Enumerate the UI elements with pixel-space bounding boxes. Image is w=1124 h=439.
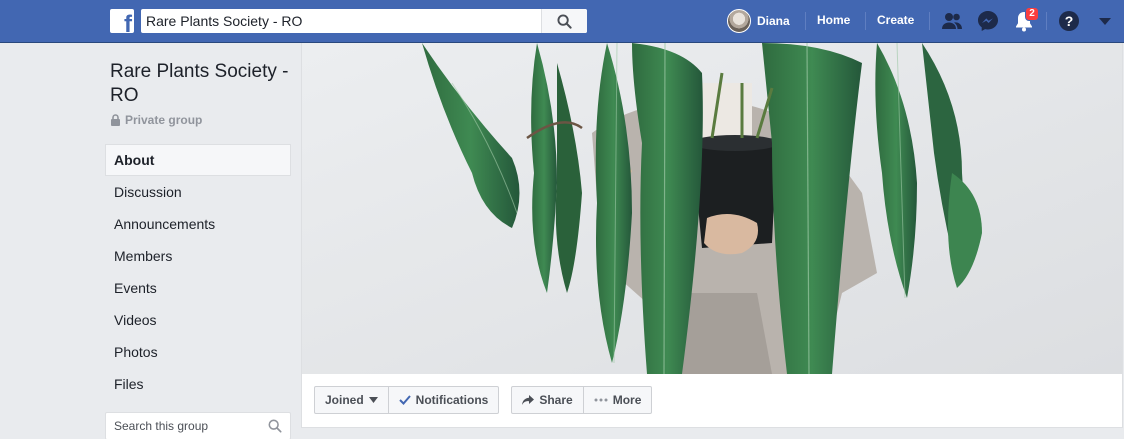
search-button[interactable] bbox=[541, 9, 587, 33]
sidebar-item-discussion[interactable]: Discussion bbox=[105, 176, 291, 208]
global-search bbox=[141, 9, 587, 33]
joined-label: Joined bbox=[325, 393, 364, 407]
group-actions: Joined Notifications Share More bbox=[314, 386, 653, 414]
sidebar-item-about[interactable]: About bbox=[105, 144, 291, 176]
checkmark-icon bbox=[398, 395, 411, 405]
messenger-icon[interactable] bbox=[976, 9, 1000, 33]
share-icon bbox=[522, 395, 535, 405]
more-button[interactable]: More bbox=[583, 386, 653, 414]
home-link[interactable]: Home bbox=[817, 13, 850, 27]
group-privacy: Private group bbox=[110, 113, 202, 127]
sidebar-item-photos[interactable]: Photos bbox=[105, 336, 291, 368]
notifications-label: Notifications bbox=[415, 393, 489, 407]
sidebar-item-announcements[interactable]: Announcements bbox=[105, 208, 291, 240]
sidebar-item-events[interactable]: Events bbox=[105, 272, 291, 304]
notifications-button[interactable]: Notifications bbox=[388, 386, 500, 414]
sidebar-item-videos[interactable]: Videos bbox=[105, 304, 291, 336]
svg-text:?: ? bbox=[1065, 13, 1074, 29]
share-label: Share bbox=[539, 393, 573, 407]
more-icon bbox=[594, 398, 608, 402]
user-name: Diana bbox=[757, 14, 790, 28]
notifications-badge: 2 bbox=[1025, 7, 1039, 21]
friends-icon[interactable] bbox=[940, 9, 964, 33]
search-icon bbox=[557, 13, 572, 29]
divider bbox=[865, 12, 866, 30]
divider bbox=[1046, 12, 1047, 30]
profile-link[interactable]: Diana bbox=[727, 0, 790, 42]
privacy-label: Private group bbox=[125, 113, 203, 127]
avatar bbox=[727, 9, 751, 33]
joined-button[interactable]: Joined bbox=[314, 386, 389, 414]
lock-icon bbox=[111, 114, 120, 126]
facebook-logo-icon[interactable]: f bbox=[110, 9, 134, 33]
create-link[interactable]: Create bbox=[877, 13, 914, 27]
cover-photo[interactable] bbox=[302, 43, 1122, 374]
group-title[interactable]: Rare Plants Society - RO bbox=[110, 60, 290, 108]
group-sidebar-nav: About Discussion Announcements Members E… bbox=[105, 144, 291, 400]
chevron-down-icon bbox=[368, 397, 378, 403]
top-bar: f Diana Home Create 2 ? bbox=[0, 0, 1124, 43]
group-search-input[interactable] bbox=[106, 413, 256, 439]
divider bbox=[929, 12, 930, 30]
help-icon[interactable]: ? bbox=[1057, 9, 1081, 33]
more-label: More bbox=[612, 393, 642, 407]
share-button[interactable]: Share bbox=[511, 386, 584, 414]
search-input[interactable] bbox=[141, 9, 541, 33]
account-menu-icon[interactable] bbox=[1093, 9, 1117, 33]
sidebar-item-members[interactable]: Members bbox=[105, 240, 291, 272]
cover-card: Joined Notifications Share More bbox=[301, 43, 1123, 428]
divider bbox=[805, 12, 806, 30]
search-icon[interactable] bbox=[268, 419, 282, 433]
group-search bbox=[105, 412, 291, 439]
sidebar-item-files[interactable]: Files bbox=[105, 368, 291, 400]
